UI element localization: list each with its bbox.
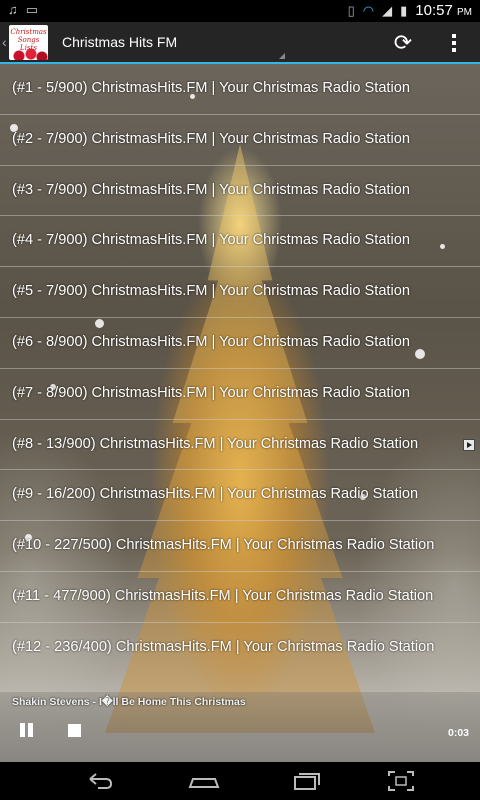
home-icon [188,778,220,788]
navigation-bar [0,762,480,800]
station-label: (#8 - 13/900) ChristmasHits.FM | Your Ch… [12,435,419,452]
screenshot-button[interactable] [381,766,421,796]
station-list: (#1 - 5/900) ChristmasHits.FM | Your Chr… [0,64,480,674]
refresh-button[interactable]: ⟳ [388,28,418,58]
station-row[interactable]: (#1 - 5/900) ChristmasHits.FM | Your Chr… [0,64,480,115]
overflow-dot [452,48,456,52]
clock-time: 10:57 [415,2,453,19]
music-icon: ♫ [8,2,18,17]
recent-apps-icon [294,773,320,790]
station-label: (#5 - 7/900) ChristmasHits.FM | Your Chr… [12,283,410,300]
station-row[interactable]: (#3 - 7/900) ChristmasHits.FM | Your Chr… [0,166,480,217]
station-row[interactable]: (#12 - 236/400) ChristmasHits.FM | Your … [0,623,480,674]
station-label: (#1 - 5/900) ChristmasHits.FM | Your Chr… [12,80,410,96]
app-title[interactable]: Christmas Hits FM [62,34,177,50]
station-row[interactable]: (#6 - 8/900) ChristmasHits.FM | Your Chr… [0,318,480,369]
station-row[interactable]: (#5 - 7/900) ChristmasHits.FM | Your Chr… [0,267,480,318]
station-label: (#10 - 227/500) ChristmasHits.FM | Your … [12,537,435,554]
station-label: (#4 - 7/900) ChristmasHits.FM | Your Chr… [12,232,410,249]
app-icon[interactable]: Christmas Songs Lists [9,25,48,60]
station-row[interactable]: (#2 - 7/900) ChristmasHits.FM | Your Chr… [0,115,480,166]
ornaments-icon [9,48,48,60]
up-navigation-icon[interactable]: ‹ [2,34,7,50]
image-icon: ▭ [25,2,39,17]
station-label: (#11 - 477/900) ChristmasHits.FM | Your … [12,587,434,604]
stop-button[interactable] [68,724,81,737]
status-bar: ♫ ▭ ▯ ◠ ◢ ▮ 10:57 PM [0,0,480,22]
signal-icon: ◢ [382,2,393,18]
back-button[interactable] [80,766,120,796]
back-icon [89,773,113,789]
wifi-icon: ◠ [362,2,375,18]
overflow-dot [452,41,456,45]
overflow-menu-button[interactable] [442,28,466,58]
station-label: (#12 - 236/400) ChristmasHits.FM | Your … [12,638,435,655]
pause-button[interactable] [19,723,35,737]
station-row[interactable]: (#10 - 227/500) ChristmasHits.FM | Your … [0,521,480,572]
home-button[interactable] [184,766,224,796]
overflow-dot [452,34,456,38]
notification-icons: ♫ ▭ [8,2,46,18]
action-bar: ‹ Christmas Songs Lists Christmas Hits F… [0,22,480,64]
clock-ampm: PM [457,7,472,18]
elapsed-time: 0:03 [447,727,469,739]
clock: 10:57 PM [415,2,472,19]
station-label: (#6 - 8/900) ChristmasHits.FM | Your Chr… [12,333,410,350]
media-player-bar: Shakin Stevens - I�ll Be Home This Chris… [0,692,480,762]
station-row[interactable]: (#8 - 13/900) ChristmasHits.FM | Your Ch… [0,420,480,471]
recent-apps-button[interactable] [286,766,326,796]
now-playing-track: Shakin Stevens - I�ll Be Home This Chris… [12,696,246,708]
pause-icon-bar [28,723,33,737]
vibrate-icon: ▯ [347,2,355,18]
station-row[interactable]: (#9 - 16/200) ChristmasHits.FM | Your Ch… [0,470,480,522]
pause-icon-bar [20,723,25,737]
status-indicators: ▯ ◠ ◢ ▮ 10:57 PM [348,2,472,19]
station-label: (#9 - 16/200) ChristmasHits.FM | Your Ch… [12,486,419,503]
refresh-icon: ⟳ [393,30,413,55]
now-playing-icon [463,438,475,451]
station-label: (#7 - 8/900) ChristmasHits.FM | Your Chr… [12,384,410,401]
station-row[interactable]: (#11 - 477/900) ChristmasHits.FM | Your … [0,572,480,623]
station-label: (#3 - 7/900) ChristmasHits.FM | Your Chr… [12,181,410,198]
screenshot-icon [388,771,414,791]
battery-icon: ▮ [400,2,408,18]
station-label: (#2 - 7/900) ChristmasHits.FM | Your Chr… [12,130,410,147]
station-row[interactable]: (#4 - 7/900) ChristmasHits.FM | Your Chr… [0,216,480,268]
spinner-indicator-icon [279,53,285,59]
station-row[interactable]: (#7 - 8/900) ChristmasHits.FM | Your Chr… [0,369,480,420]
